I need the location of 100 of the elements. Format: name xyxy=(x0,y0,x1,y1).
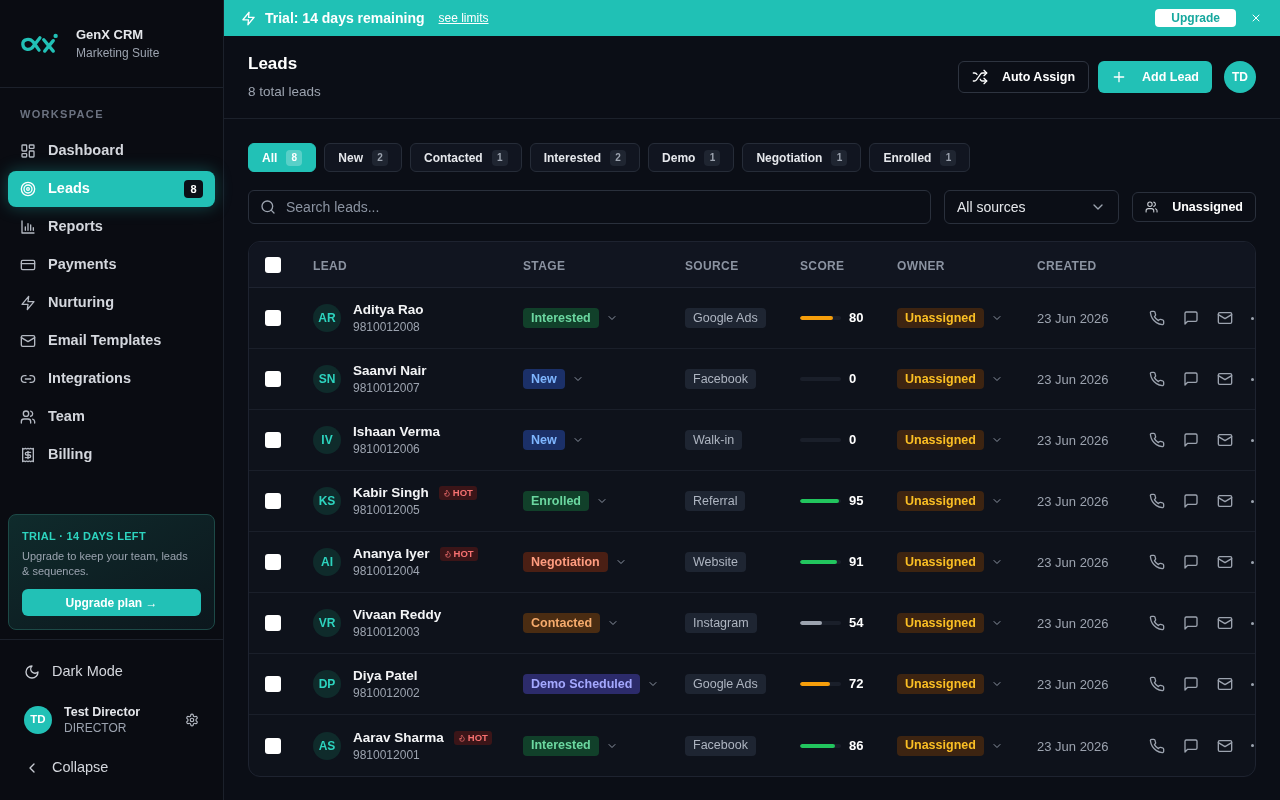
owner-tag[interactable]: Unassigned xyxy=(897,613,984,633)
mail-icon[interactable] xyxy=(1217,310,1233,326)
nav-item[interactable]: Reports xyxy=(8,209,215,245)
phone-icon[interactable] xyxy=(1149,615,1165,631)
nav-item[interactable]: Nurturing xyxy=(8,285,215,321)
stage-tag[interactable]: Negotiation xyxy=(523,552,608,572)
lead-name[interactable]: Aarav Sharma xyxy=(353,728,444,747)
filter-chip[interactable]: Demo 1 xyxy=(648,143,735,172)
dot-icon[interactable] xyxy=(1251,560,1254,564)
row-checkbox[interactable] xyxy=(265,493,281,509)
lead-avatar: AI xyxy=(313,548,341,576)
filter-chip[interactable]: Negotiation 1 xyxy=(742,143,862,172)
message-icon[interactable] xyxy=(1183,371,1199,387)
dark-mode-toggle[interactable]: Dark Mode xyxy=(16,656,207,688)
mail-icon[interactable] xyxy=(1217,676,1233,692)
source-select[interactable]: All sources xyxy=(944,190,1119,224)
message-icon[interactable] xyxy=(1183,493,1199,509)
collapse-button[interactable]: Collapse xyxy=(16,752,207,784)
score-value: 95 xyxy=(849,492,864,511)
score-value: 0 xyxy=(849,431,857,450)
stage-tag[interactable]: New xyxy=(523,369,565,389)
dot-icon[interactable] xyxy=(1251,438,1254,442)
owner-tag[interactable]: Unassigned xyxy=(897,430,984,450)
dot-icon[interactable] xyxy=(1251,316,1254,320)
owner-tag[interactable]: Unassigned xyxy=(897,491,984,511)
stage-tag[interactable]: Enrolled xyxy=(523,491,589,511)
mail-icon[interactable] xyxy=(1217,432,1233,448)
select-all-checkbox[interactable] xyxy=(265,256,281,273)
mail-icon[interactable] xyxy=(1217,371,1233,387)
phone-icon[interactable] xyxy=(1149,493,1165,509)
filter-chip[interactable]: Enrolled 1 xyxy=(869,143,971,172)
row-checkbox[interactable] xyxy=(265,432,281,448)
phone-icon[interactable] xyxy=(1149,737,1165,754)
settings-icon[interactable] xyxy=(185,713,199,727)
dot-icon[interactable] xyxy=(1251,499,1254,503)
row-checkbox[interactable] xyxy=(265,615,281,631)
filter-chip[interactable]: New 2 xyxy=(324,143,403,172)
dot-icon[interactable] xyxy=(1251,682,1254,686)
lead-avatar: AR xyxy=(313,304,341,332)
score-value: 86 xyxy=(849,736,864,755)
message-icon[interactable] xyxy=(1183,615,1199,631)
phone-icon[interactable] xyxy=(1149,432,1165,448)
stage-tag[interactable]: New xyxy=(523,430,565,450)
message-icon[interactable] xyxy=(1183,432,1199,448)
owner-tag[interactable]: Unassigned xyxy=(897,674,984,694)
owner-filter-button[interactable]: Unassigned xyxy=(1132,192,1256,222)
nav-item[interactable]: Dashboard xyxy=(8,133,215,169)
nav-item[interactable]: Payments xyxy=(8,247,215,283)
owner-tag[interactable]: Unassigned xyxy=(897,308,984,328)
phone-icon[interactable] xyxy=(1149,310,1165,326)
filter-chip[interactable]: Contacted 1 xyxy=(410,143,522,172)
row-checkbox[interactable] xyxy=(265,310,281,326)
message-icon[interactable] xyxy=(1183,310,1199,326)
lead-phone: 9810012005 xyxy=(353,502,421,518)
nav-item[interactable]: Billing xyxy=(8,437,215,473)
dot-icon[interactable] xyxy=(1251,744,1254,747)
phone-icon[interactable] xyxy=(1149,371,1165,387)
nav-item[interactable]: Team xyxy=(8,399,215,435)
lead-name[interactable]: Aditya Rao xyxy=(353,301,424,319)
lead-name[interactable]: Vivaan Reddy xyxy=(353,606,442,624)
message-icon[interactable] xyxy=(1183,737,1199,754)
phone-icon[interactable] xyxy=(1149,676,1165,692)
phone-icon[interactable] xyxy=(1149,554,1165,570)
count-badge: 2 xyxy=(372,149,389,166)
column-header: CREATED xyxy=(1037,258,1097,273)
row-checkbox[interactable] xyxy=(265,554,281,570)
row-checkbox[interactable] xyxy=(265,371,281,387)
owner-tag[interactable]: Unassigned xyxy=(897,735,984,756)
message-icon[interactable] xyxy=(1183,554,1199,570)
dot-icon[interactable] xyxy=(1251,377,1254,381)
dot-icon[interactable] xyxy=(1251,621,1254,625)
stage-tag[interactable]: Interested xyxy=(523,308,599,328)
lead-name[interactable]: Saanvi Nair xyxy=(353,362,427,380)
lead-name[interactable]: Diya Patel xyxy=(353,667,418,685)
stage-tag[interactable]: Contacted xyxy=(523,613,601,633)
lead-name[interactable]: Ishaan Verma xyxy=(353,423,441,441)
stage-tag[interactable]: Demo Scheduled xyxy=(523,674,641,694)
header-button[interactable]: Auto Assign xyxy=(957,61,1090,93)
message-icon[interactable] xyxy=(1183,676,1199,692)
mail-icon[interactable] xyxy=(1217,493,1233,509)
page-subtitle: 8 total leads xyxy=(248,83,321,101)
nav-item[interactable]: Leads 8 xyxy=(8,171,215,207)
mail-icon[interactable] xyxy=(1217,737,1233,754)
created-date: 23 Jun 2026 xyxy=(1037,372,1109,387)
filter-chip[interactable]: Interested 2 xyxy=(529,143,641,172)
search-field[interactable]: Search leads... xyxy=(248,190,931,224)
nav-item[interactable]: Email Templates xyxy=(8,323,215,359)
lead-name[interactable]: Ananya Iyer xyxy=(353,545,430,563)
row-checkbox[interactable] xyxy=(265,737,281,754)
row-checkbox[interactable] xyxy=(265,676,281,692)
mail-icon[interactable] xyxy=(1217,554,1233,570)
stage-tag[interactable]: Interested xyxy=(523,735,599,756)
source-tag: Facebook xyxy=(685,369,756,389)
lead-name[interactable]: Kabir Singh xyxy=(353,484,429,502)
nav-item[interactable]: Integrations xyxy=(8,361,215,397)
mail-icon[interactable] xyxy=(1217,615,1233,631)
owner-tag[interactable]: Unassigned xyxy=(897,369,984,389)
owner-tag[interactable]: Unassigned xyxy=(897,552,984,572)
moon-icon xyxy=(24,664,40,680)
dashboard-grid-icon xyxy=(20,143,36,159)
